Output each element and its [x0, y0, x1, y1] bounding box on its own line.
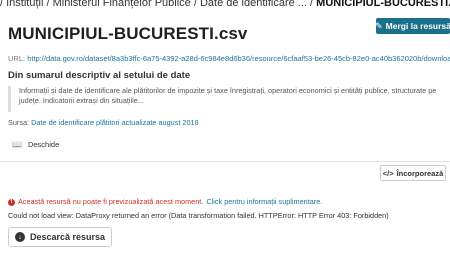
- download-resource-label: Descarcă resursa: [29, 232, 106, 242]
- go-to-resource-button[interactable]: ✎ Mergi la resursă: [375, 18, 450, 34]
- page-title: MUNICIPIUL-BUCURESTI.csv: [8, 24, 248, 43]
- breadcrumb-current[interactable]: MUNICIPIUL-BUCURESTI.csv: [316, 0, 450, 9]
- resource-url-row: URL: http://data.gov.ro/dataset/8a3b3ffc…: [8, 54, 450, 64]
- download-circle-icon: ↓: [14, 232, 25, 242]
- preview-error-info-link[interactable]: Click pentru informații suplimentare.: [206, 197, 322, 207]
- breadcrumb-item-ministerul[interactable]: Ministerul Finanțelor Publice: [53, 0, 191, 9]
- preview-error-message: Această resursă nu poate fi previzualiza…: [18, 197, 204, 206]
- embed-label: Încorporează: [396, 168, 444, 178]
- breadcrumb-item-institutii[interactable]: Instituții: [6, 0, 43, 9]
- resource-url-link[interactable]: http://data.gov.ro/dataset/8a3b3ffc-6a75…: [27, 54, 450, 63]
- go-to-resource-label: Mergi la resursă: [385, 21, 450, 31]
- divider: [0, 161, 450, 162]
- summary-text: Informații și date de identificare ale p…: [8, 86, 446, 112]
- source-label: Sursa:: [8, 118, 30, 127]
- url-label: URL:: [8, 54, 26, 63]
- preview-error-detail: Could not load view: DataProxy returned …: [8, 211, 389, 220]
- breadcrumb-item-dataset[interactable]: Date de identificare ...: [200, 0, 307, 9]
- source-row: Sursa: Date de identificare plătitori ac…: [8, 118, 199, 128]
- open-view-label: Deschide: [27, 140, 60, 149]
- summary-heading: Din sumarul descriptiv al setului de dat…: [8, 70, 191, 81]
- open-book-icon: 📖: [12, 140, 22, 149]
- open-view-link[interactable]: 📖 Deschide: [12, 140, 59, 149]
- wrench-icon: ✎: [375, 20, 383, 31]
- preview-error-row: ! Această resursă nu poate fi previzuali…: [8, 197, 322, 207]
- breadcrumb: / Instituții / Ministerul Finanțelor Pub…: [0, 0, 450, 10]
- download-resource-button[interactable]: ↓ Descarcă resursa: [8, 227, 112, 247]
- resource-page: / Instituții / Ministerul Finanțelor Pub…: [0, 0, 450, 253]
- source-link[interactable]: Date de identificare plătitori actualiza…: [31, 118, 199, 127]
- alert-circle-icon: !: [8, 198, 15, 206]
- embed-button[interactable]: </> Încorporează: [380, 165, 446, 181]
- code-icon: </>: [382, 168, 394, 178]
